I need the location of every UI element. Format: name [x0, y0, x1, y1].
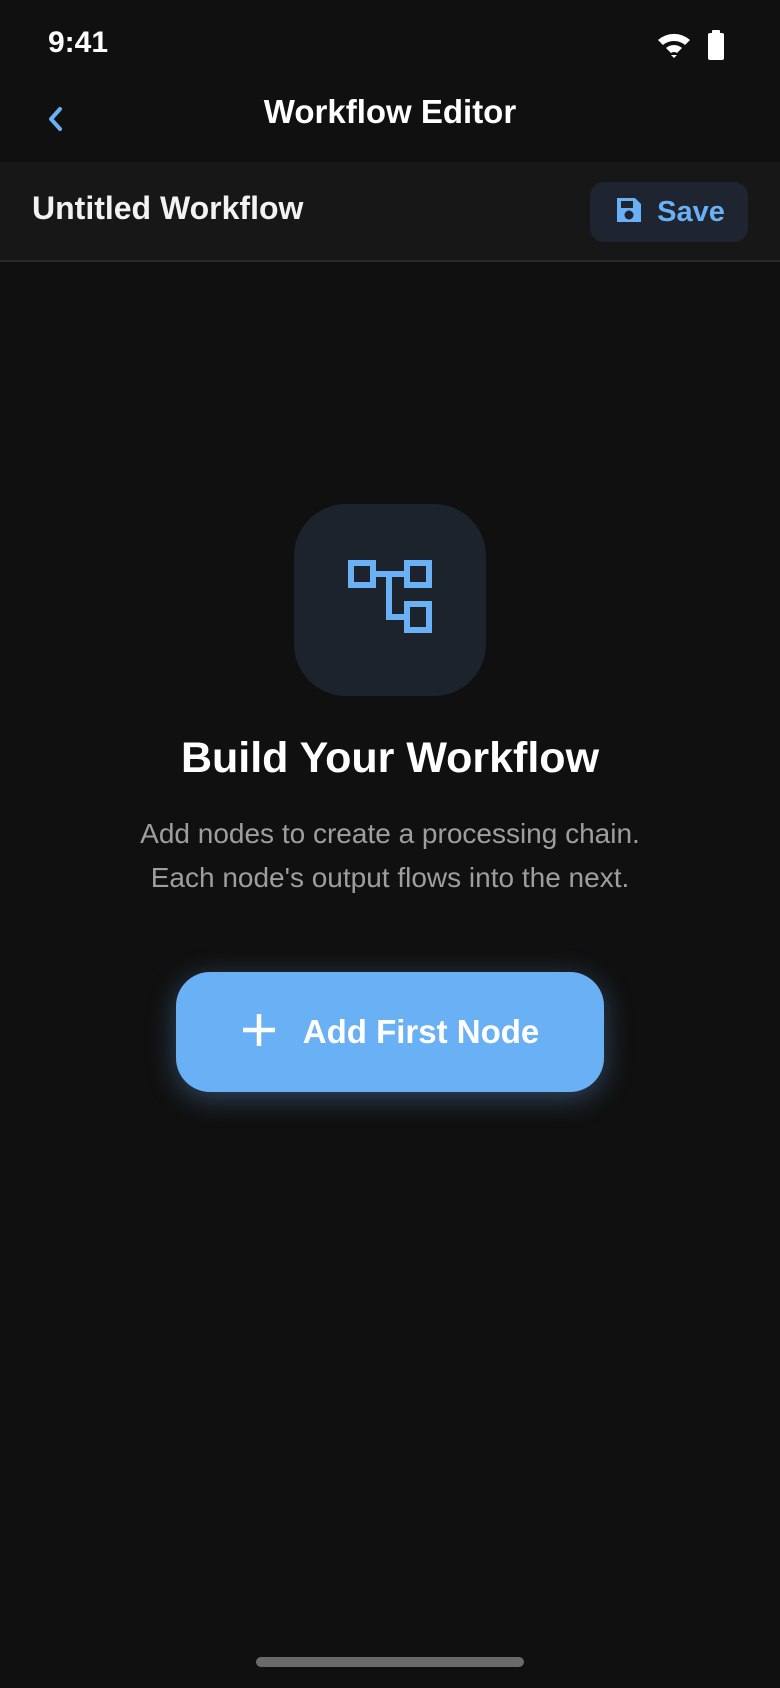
save-label: Save: [657, 195, 725, 228]
empty-state-description: Add nodes to create a processing chain. …: [60, 812, 720, 900]
battery-icon: [706, 30, 726, 60]
home-indicator[interactable]: [256, 1657, 524, 1667]
workflow-tree-icon: [348, 559, 432, 641]
workflow-header: Untitled Workflow Save: [0, 162, 780, 262]
app-bar: Workflow Editor: [0, 88, 780, 162]
page-title: Workflow Editor: [263, 93, 517, 130]
empty-state-description-line: Add nodes to create a processing chain.: [140, 818, 640, 849]
floppy-disk-icon: [613, 194, 645, 231]
empty-state-icon-box: [294, 504, 486, 696]
wifi-icon: [656, 30, 692, 60]
add-first-node-button[interactable]: Add First Node: [176, 972, 604, 1092]
plus-icon: [241, 1012, 277, 1053]
empty-state-description-line: Each node's output flows into the next.: [150, 862, 630, 893]
status-time: 9:41: [48, 26, 109, 59]
save-button[interactable]: Save: [590, 182, 748, 242]
workflow-editor-screen: 9:41 Workflow Editor Untitled Workflow S…: [0, 0, 780, 1688]
workflow-name[interactable]: Untitled Workflow: [32, 190, 303, 227]
add-first-node-label: Add First Node: [302, 1013, 540, 1050]
empty-state-title: Build Your Workflow: [180, 734, 600, 782]
status-bar: 9:41: [0, 0, 780, 88]
